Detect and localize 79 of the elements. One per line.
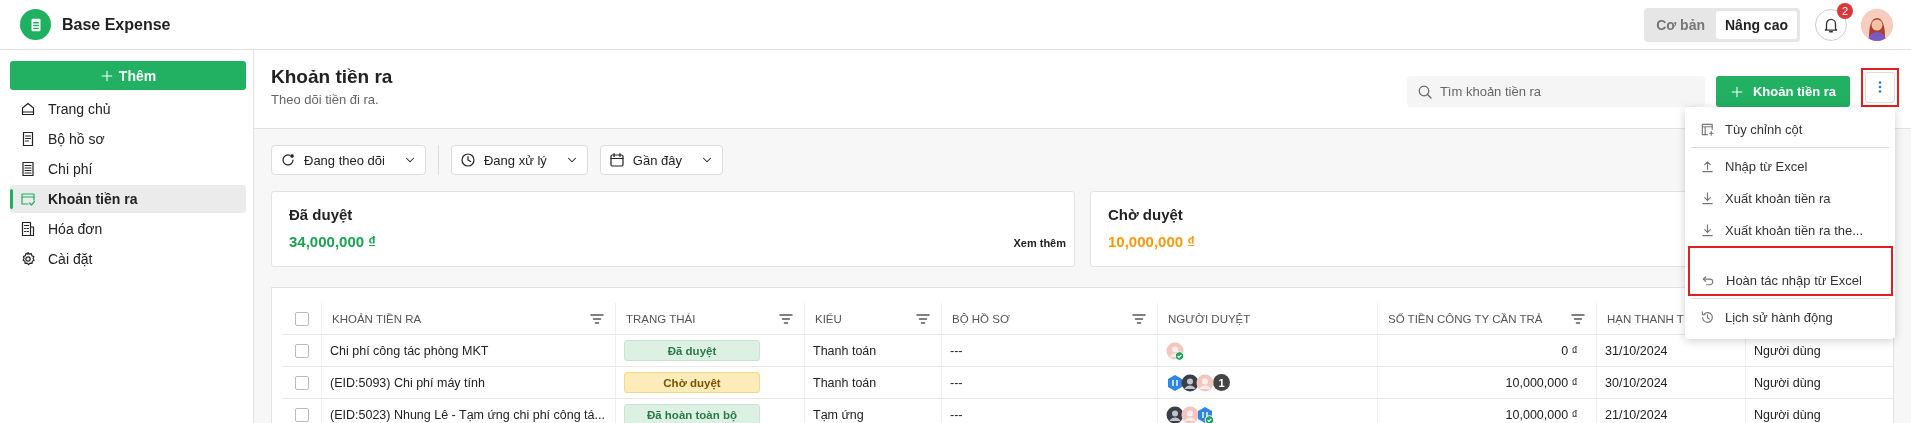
plus-icon [1729, 84, 1744, 99]
table-cell: 21/10/2024 [1605, 407, 1668, 422]
page-title: Khoản tiền ra [271, 66, 393, 88]
table-cell: 10,000,000 ₫ [1505, 407, 1578, 422]
select-all-checkbox[interactable] [294, 311, 309, 326]
sidebar-item[interactable]: Bộ hồ sơ [10, 125, 246, 153]
table-cell: 10,000,000 ₫ [1505, 375, 1578, 390]
see-more-link[interactable]: Xem thêm [1013, 237, 1066, 249]
menu-item[interactable]: Nhập từ Excel [1691, 150, 1889, 182]
search-icon [1416, 84, 1433, 100]
table-cell: Người dùng [1754, 343, 1821, 358]
filter-dropdown[interactable]: Đang theo dõi [271, 145, 426, 175]
card-check-icon [20, 191, 36, 207]
table-cell: --- [950, 343, 963, 358]
settings-icon [20, 251, 36, 267]
document-icon [20, 131, 36, 147]
mode-option[interactable]: Nâng cao [1716, 10, 1797, 39]
table-cell: 30/10/2024 [1605, 375, 1668, 390]
table-cell: 0 ₫ [1561, 343, 1578, 358]
table-cell: Thanh toán [813, 343, 877, 358]
column-header: HẠN THANH T [1607, 312, 1684, 325]
undo-icon [1701, 273, 1716, 288]
filter-dropdown[interactable]: Đang xử lý [450, 145, 588, 175]
notification-badge: 2 [1836, 2, 1853, 19]
table-cell: Chi phí công tác phòng MKT [330, 343, 489, 358]
table-cell: --- [950, 407, 963, 422]
clock-icon [459, 152, 476, 168]
menu-item[interactable]: Xuất khoản tiền ra [1691, 182, 1889, 214]
card-amount: 34,000,000 ₫ [289, 233, 376, 250]
status-tag: Chờ duyệt [624, 372, 760, 393]
status-tag: Đã hoàn toàn bộ [624, 404, 760, 423]
receipt-icon [20, 161, 36, 177]
table-cell: Người dùng [1754, 375, 1821, 390]
menu-item[interactable]: Xuất khoản tiền ra the... [1691, 214, 1889, 246]
download-icon [1700, 222, 1715, 238]
card-amount: 10,000,000 ₫ [1108, 233, 1195, 250]
card-title: Đã duyệt [289, 206, 353, 223]
column-header: TRẠNG THÁI [626, 312, 696, 325]
menu-item[interactable]: Tùy chỉnh cột [1691, 113, 1889, 145]
refresh-icon [280, 152, 296, 168]
invoice-icon [20, 221, 36, 237]
app-name: Base Expense [62, 15, 171, 34]
plus-icon [99, 68, 114, 83]
status-tag: Đã duyệt [624, 340, 760, 361]
row-checkbox[interactable] [294, 407, 309, 422]
download-icon [1700, 190, 1715, 206]
sidebar-item[interactable]: Chi phí [10, 155, 246, 183]
menu-item[interactable]: Lịch sử hành động [1691, 301, 1889, 333]
menu-item[interactable]: Hoàn tác nhập từ Excel [1692, 250, 1889, 292]
sidebar-item[interactable]: Trang chủ [10, 95, 246, 123]
table-cell: (EID:5023) Nhung Lê - Tạm ứng chi phí công tá... [330, 407, 605, 422]
column-header: NGƯỜI DUYỆT [1168, 312, 1251, 325]
mode-option[interactable]: Cơ bản [1647, 10, 1714, 39]
sidebar-item[interactable]: Cài đặt [10, 245, 246, 273]
more-count: 1 [1213, 374, 1230, 391]
column-header: BỘ HỒ SƠ [952, 312, 1010, 325]
sidebar-item[interactable]: Hóa đơn [10, 215, 246, 243]
row-checkbox[interactable] [294, 343, 309, 358]
page-subtitle: Theo dõi tiền đi ra. [271, 92, 380, 107]
table-cell: --- [950, 375, 963, 390]
table-cell: Người dùng [1754, 407, 1821, 422]
search-field[interactable]: Tìm khoản tiền ra [1406, 76, 1705, 107]
home-icon [20, 101, 36, 117]
table-cell: (EID:5093) Chi phí máy tính [330, 375, 485, 390]
history-icon [1700, 309, 1715, 325]
column-header: KIỂU [815, 312, 842, 325]
column-header: KHOẢN TIỀN RA [332, 312, 422, 325]
table-cell: Thanh toán [813, 375, 877, 390]
columns-icon [1700, 121, 1715, 137]
card-title: Chờ duyệt [1108, 206, 1183, 223]
calendar-icon [608, 152, 625, 168]
upload-icon [1700, 158, 1715, 174]
user-avatar[interactable] [1861, 8, 1893, 41]
table-cell: Tạm ứng [813, 407, 864, 422]
filter-dropdown[interactable]: Gần đây [599, 145, 723, 175]
column-header: SỐ TIỀN CÔNG TY CẦN TRẢ [1388, 312, 1543, 325]
sidebar-item[interactable]: Khoản tiền ra [10, 185, 246, 213]
row-checkbox[interactable] [294, 375, 309, 390]
table-cell: 31/10/2024 [1605, 343, 1668, 358]
